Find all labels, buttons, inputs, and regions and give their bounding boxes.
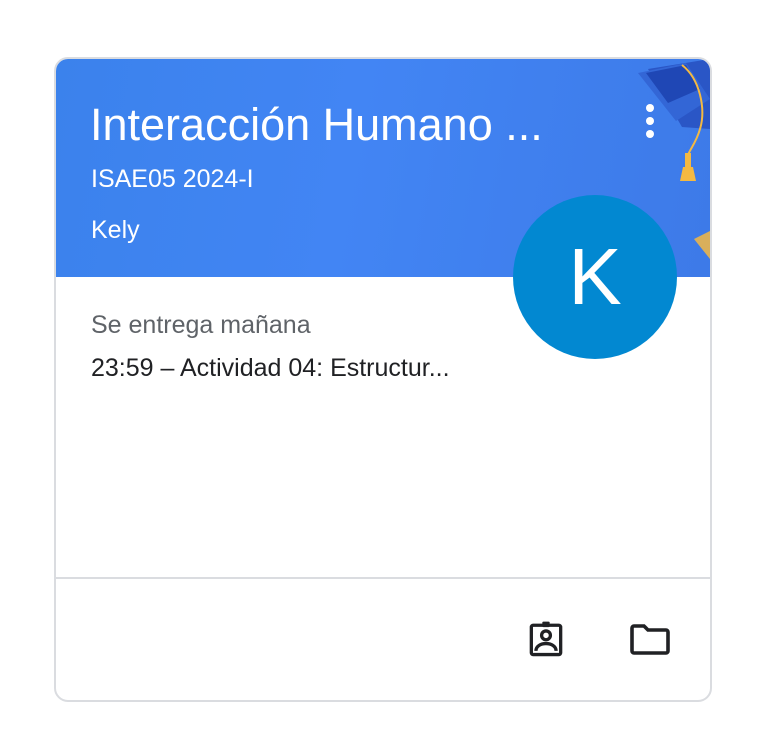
more-options-button[interactable] [634, 99, 666, 143]
teacher-avatar: K [513, 195, 677, 359]
folder-icon [630, 624, 670, 655]
class-section[interactable]: ISAE05 2024-I [91, 163, 254, 195]
class-card[interactable]: Interacción Humano ... ISAE05 2024-I Kel… [54, 57, 712, 702]
teacher-name: Kely [91, 216, 140, 244]
your-work-button[interactable] [522, 615, 570, 663]
assignment-ind-icon [529, 621, 563, 657]
more-vert-icon-dot [646, 130, 654, 138]
card-divider [56, 577, 710, 579]
open-folder-button[interactable] [626, 615, 674, 663]
class-title[interactable]: Interacción Humano ... [90, 99, 590, 151]
due-label: Se entrega mañana [91, 311, 311, 339]
more-vert-icon [646, 104, 654, 112]
due-assignment-link[interactable]: 23:59 – Actividad 04: Estructur... [91, 352, 450, 384]
more-vert-icon-dot [646, 117, 654, 125]
